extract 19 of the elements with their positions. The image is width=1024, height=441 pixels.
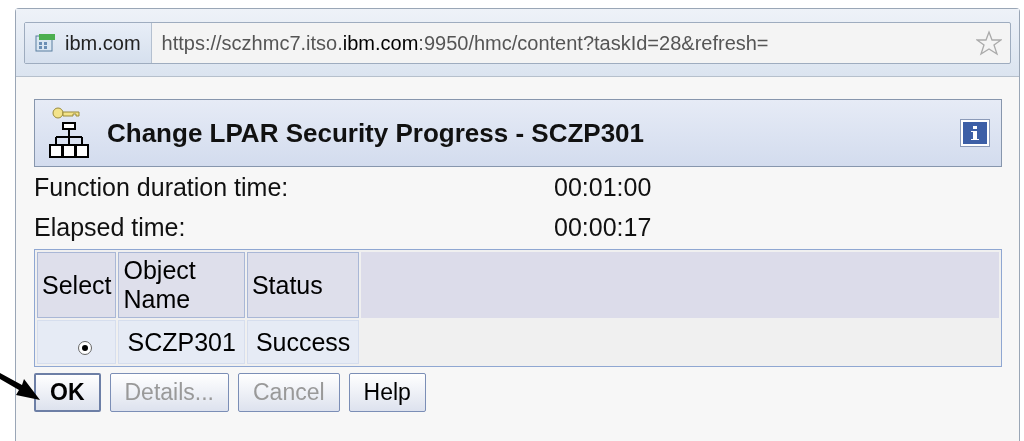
column-header: Object Name bbox=[118, 252, 245, 318]
site-icon bbox=[35, 33, 57, 53]
select-radio[interactable] bbox=[78, 340, 92, 355]
field-label: Elapsed time: bbox=[34, 212, 187, 242]
field-value: 00:01:00 bbox=[554, 172, 652, 202]
field-value: 00:00:17 bbox=[554, 212, 652, 242]
dialog-button[interactable]: OK bbox=[34, 373, 101, 412]
column-header: Select bbox=[37, 252, 117, 318]
dialog-title: Change LPAR Security Progress - SCZP301 bbox=[107, 117, 645, 149]
key-hierarchy-icon bbox=[49, 107, 89, 159]
field-label: Function duration time: bbox=[34, 172, 290, 202]
table-cell: SCZP301 bbox=[118, 320, 245, 364]
column-header: Status bbox=[246, 252, 360, 318]
table-cell: Success bbox=[246, 320, 360, 364]
url-field[interactable]: https://sczhmc7.itso.ibm.com:9950/hmc/content?taskId=28&refresh= bbox=[151, 31, 976, 55]
star-icon[interactable] bbox=[976, 30, 1002, 56]
info-icon[interactable] bbox=[961, 120, 989, 146]
dialog-button[interactable]: Help bbox=[348, 373, 426, 412]
site-badge[interactable]: ibm.com bbox=[25, 23, 152, 63]
